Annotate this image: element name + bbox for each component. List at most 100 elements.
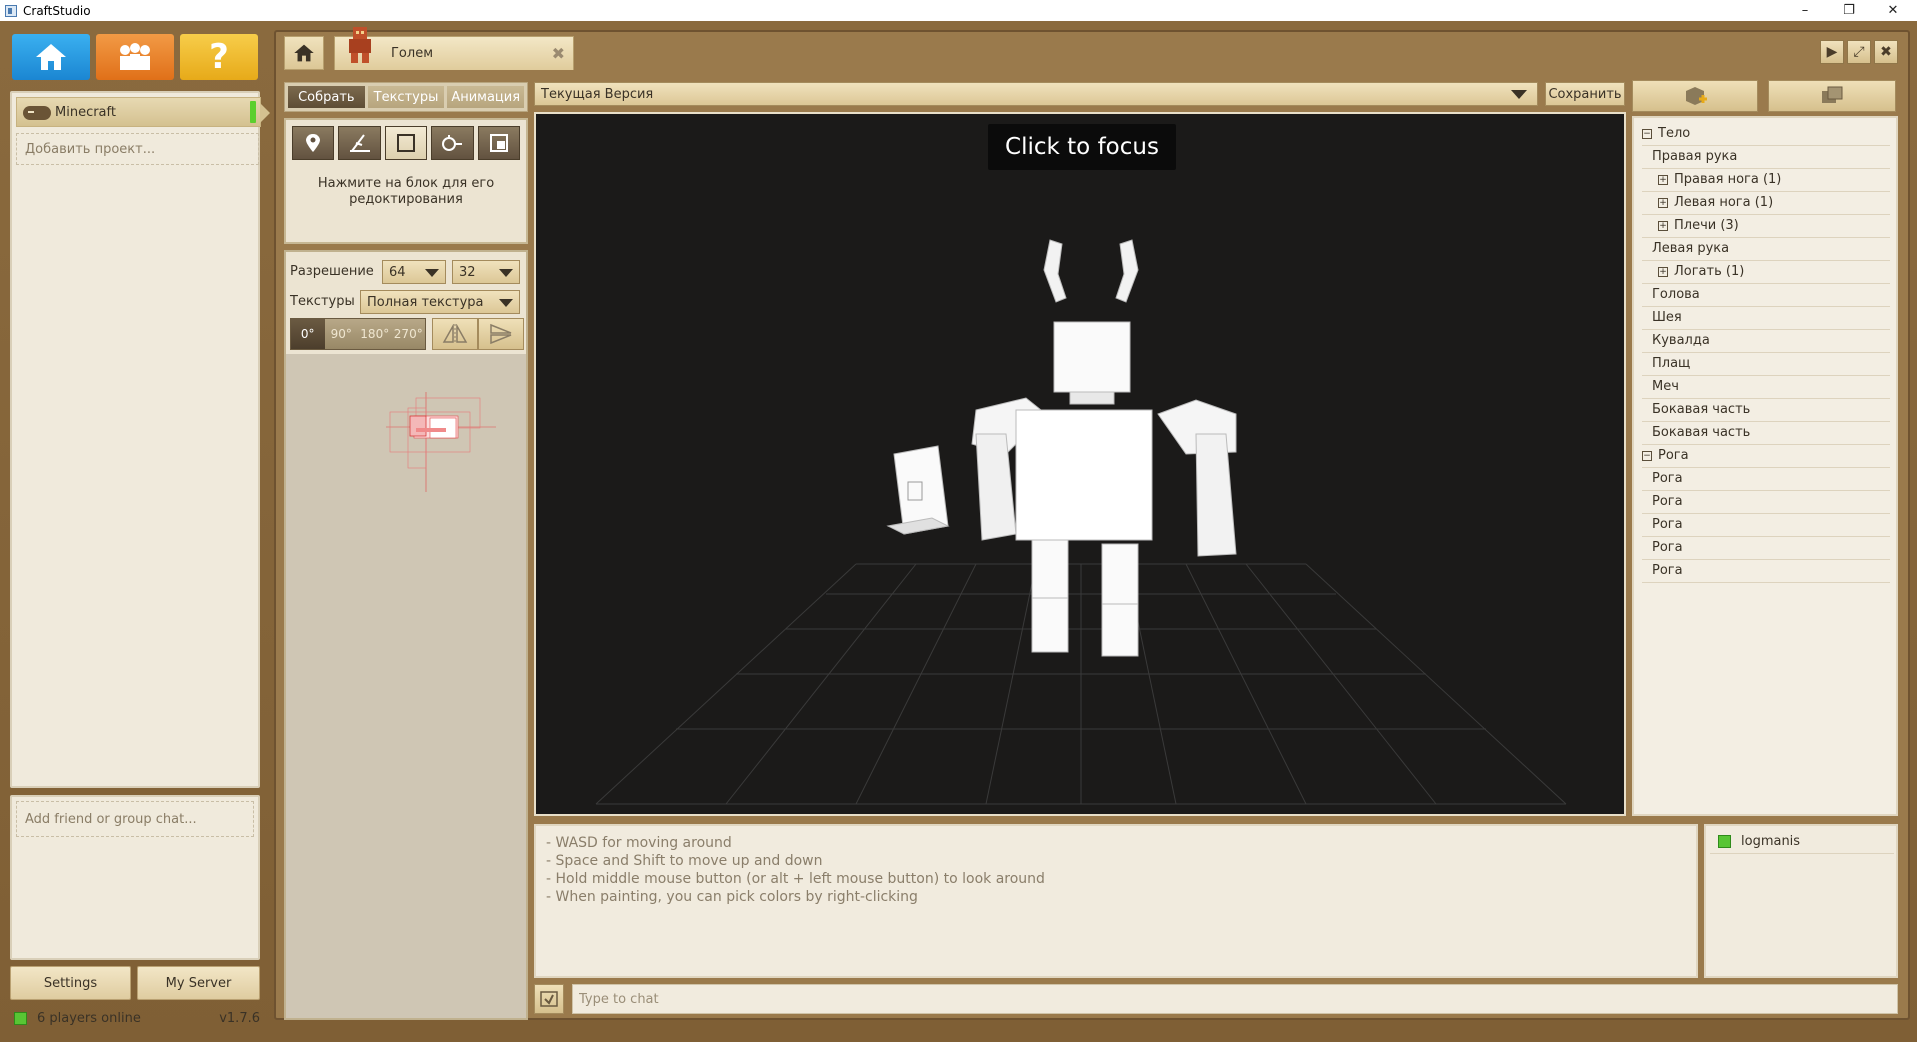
box-tool-button[interactable] [384, 126, 428, 160]
collapse-icon[interactable]: − [1642, 128, 1652, 139]
version-select[interactable]: Текущая Версия [534, 82, 1538, 106]
model-viewport[interactable]: Click to focus [534, 112, 1626, 816]
help-nav-button[interactable]: ? [180, 34, 258, 80]
rotation-group: 0° 90° 180° 270° [290, 318, 426, 350]
expand-icon[interactable]: + [1658, 266, 1668, 277]
expand-icon[interactable]: + [1658, 174, 1668, 185]
tree-item[interactable]: + Правая нога (1) [1642, 168, 1890, 192]
user-online-icon [1718, 835, 1731, 848]
my-server-button[interactable]: My Server [137, 966, 260, 1000]
play-button[interactable]: ▶ [1820, 40, 1844, 64]
project-item-minecraft[interactable]: Minecraft [16, 97, 270, 127]
tree-item-label: Левая нога (1) [1674, 195, 1774, 210]
pin-tool-button[interactable] [292, 126, 335, 160]
resolution-width-select[interactable]: 64 [382, 260, 446, 284]
community-nav-button[interactable] [96, 34, 174, 80]
tree-item[interactable]: Правая рука [1642, 145, 1890, 169]
tree-item[interactable]: Рога [1642, 513, 1890, 537]
home-nav-button[interactable] [12, 34, 90, 80]
chat-send-button[interactable] [534, 984, 564, 1014]
resolution-width-value: 64 [389, 264, 406, 280]
chat-input[interactable] [572, 984, 1898, 1014]
rotate-270-button[interactable]: 270° [391, 319, 425, 349]
flip-horizontal-icon [442, 324, 468, 344]
version-value: Текущая Версия [541, 86, 654, 102]
focus-overlay[interactable]: Click to focus [988, 124, 1176, 170]
tree-item[interactable]: Рога [1642, 536, 1890, 560]
tree-item-label: Рога [1652, 471, 1683, 486]
add-project-button[interactable]: Добавить проект... [16, 133, 259, 165]
tree-item-label: Рога [1652, 563, 1683, 578]
maximize-panel-button[interactable]: ⤢ [1847, 40, 1871, 64]
rotate-90-button[interactable]: 90° [324, 319, 358, 349]
user-row[interactable]: logmanis [1710, 830, 1894, 854]
restore-button[interactable]: ❐ [1827, 0, 1871, 21]
tree-item[interactable]: Плащ [1642, 352, 1890, 376]
tree-item[interactable]: Бокавая часть [1642, 398, 1890, 422]
tree-item[interactable]: Меч [1642, 375, 1890, 399]
app-version: v1.7.6 [219, 1010, 260, 1026]
resolution-height-select[interactable]: 32 [452, 260, 520, 284]
tree-item[interactable]: Рога [1642, 559, 1890, 583]
tree-item-label: Плечи (3) [1674, 218, 1739, 233]
help-line: - WASD for moving around [546, 835, 732, 851]
settings-button[interactable]: Settings [10, 966, 131, 1000]
project-label: Minecraft [55, 104, 116, 120]
flip-vertical-button[interactable] [478, 318, 524, 350]
help-line: - When painting, you can pick colors by … [546, 889, 918, 905]
texture-mode-select[interactable]: Полная текстура [360, 290, 520, 314]
minimize-button[interactable]: – [1783, 0, 1827, 21]
tab-golem[interactable]: Голем ✖ [334, 27, 574, 70]
uv-map-preview [386, 392, 496, 492]
flip-horizontal-button[interactable] [432, 318, 478, 350]
tab-animation[interactable]: Анимация [447, 86, 525, 108]
close-window-button[interactable]: ✕ [1871, 0, 1915, 21]
tree-item[interactable]: + Логать (1) [1642, 260, 1890, 284]
tree-item[interactable]: + Левая нога (1) [1642, 191, 1890, 215]
tab-home[interactable] [284, 36, 324, 70]
duplicate-block-button[interactable] [1768, 80, 1896, 112]
tree-item[interactable]: − Рога [1642, 444, 1890, 468]
pivot-tool-button[interactable] [431, 126, 474, 160]
close-tab-icon[interactable]: ✖ [552, 44, 565, 63]
model-icon [349, 27, 371, 63]
tree-item[interactable]: − Тело [1642, 122, 1890, 146]
tree-item[interactable]: Рога [1642, 467, 1890, 491]
texture-settings: Разрешение 64 32 Текстуры Полная текстур… [286, 252, 526, 354]
duplicate-block-icon [1822, 86, 1843, 103]
add-friend-button[interactable]: Add friend or group chat... [16, 801, 254, 837]
pin-icon [306, 134, 321, 152]
collapse-icon[interactable]: − [1642, 450, 1652, 461]
tree-item[interactable]: Кувалда [1642, 329, 1890, 353]
tree-item-label: Рога [1652, 540, 1683, 555]
resolution-height-value: 32 [459, 264, 476, 280]
tree-item-label: Кувалда [1652, 333, 1710, 348]
project-online-indicator [250, 101, 256, 123]
save-button[interactable]: Сохранить [1545, 82, 1625, 106]
scale-tool-button[interactable] [477, 126, 521, 160]
chevron-down-icon [499, 299, 513, 307]
tab-build[interactable]: Собрать [288, 86, 365, 108]
tree-item[interactable]: Рога [1642, 490, 1890, 514]
expand-icon[interactable]: + [1658, 197, 1668, 208]
tree-item[interactable]: Бокавая часть [1642, 421, 1890, 445]
players-online: 6 players online [37, 1010, 141, 1026]
angle-tool-button[interactable] [338, 126, 381, 160]
gamepad-icon [23, 106, 51, 120]
home-icon [294, 44, 314, 62]
close-panel-button[interactable]: ✖ [1874, 40, 1898, 64]
tree-item[interactable]: Голова [1642, 283, 1890, 307]
resolution-label: Разрешение [290, 264, 374, 279]
rotate-180-button[interactable]: 180° [358, 319, 392, 349]
people-icon [120, 43, 150, 70]
add-block-button[interactable] [1632, 80, 1758, 112]
tree-item[interactable]: + Плечи (3) [1642, 214, 1890, 238]
rotate-0-button[interactable]: 0° [291, 319, 325, 349]
tree-item[interactable]: Левая рука [1642, 237, 1890, 261]
expand-icon[interactable]: + [1658, 220, 1668, 231]
tree-item-label: Правая рука [1652, 149, 1738, 164]
tree-item[interactable]: Шея [1642, 306, 1890, 330]
tab-textures[interactable]: Текстуры [367, 86, 445, 108]
tool-hint: Нажмите на блок для его редоктирования [317, 176, 495, 207]
home-icon [36, 44, 66, 70]
